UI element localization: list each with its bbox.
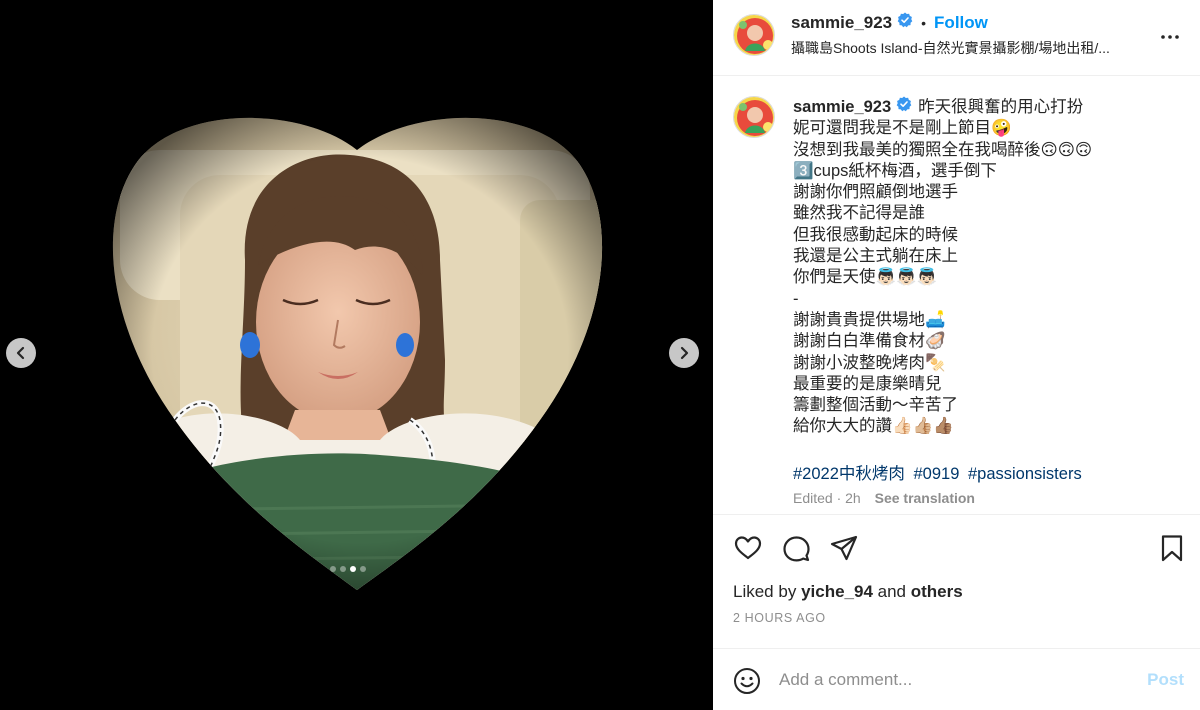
liked-by-others-link[interactable]: others: [911, 582, 963, 601]
post-caption: sammie_923 昨天很興奮的用心打扮 妮可還問我是不是剛上節目🤪 沒想到我…: [793, 96, 1188, 438]
caption-username-link[interactable]: sammie_923: [793, 97, 891, 118]
verified-badge-icon: [897, 12, 913, 33]
like-heart-icon[interactable]: [733, 533, 763, 563]
separator-dot: •: [921, 14, 927, 31]
caption-line: 妮可還問我是不是剛上節目🤪: [793, 119, 1012, 138]
caption-line: 雖然我不記得是誰: [793, 204, 925, 223]
post-media[interactable]: [0, 0, 713, 710]
follow-button[interactable]: Follow: [934, 13, 988, 33]
more-options-icon[interactable]: [1158, 25, 1182, 49]
caption-line: 3️⃣cups紙杯梅酒，選手倒下: [793, 161, 997, 180]
slide-indicator: [330, 566, 366, 572]
hashtag-link[interactable]: #passionsisters: [968, 465, 1082, 483]
share-send-icon[interactable]: [829, 533, 859, 563]
avatar[interactable]: [733, 14, 775, 56]
caption-line: 謝謝你們照顧倒地選手: [793, 183, 958, 202]
hashtag-link[interactable]: #2022中秋烤肉: [793, 465, 905, 483]
location-link[interactable]: 攝職島Shoots Island-自然光實景攝影棚/場地出租/...: [791, 38, 1151, 58]
caption-meta: Edited · 2h See translation: [793, 490, 975, 506]
avatar-image: [734, 15, 774, 55]
caption-line: 但我很感動起床的時候: [793, 225, 958, 244]
likes-summary[interactable]: Liked by yiche_94 and others: [733, 582, 963, 602]
action-bar: [713, 514, 1200, 574]
caption-line: 最重要的是康樂晴兒: [793, 374, 942, 393]
see-translation-button[interactable]: See translation: [875, 490, 975, 506]
avatar-image: [734, 97, 774, 137]
caption-line: -: [793, 289, 799, 308]
hashtag-list: #2022中秋烤肉 #0919 #passionsisters: [793, 460, 1086, 484]
emoji-icon[interactable]: [733, 667, 761, 695]
comment-input[interactable]: [779, 665, 1119, 695]
caption-line: 謝謝白白準備食材🦪: [793, 332, 946, 351]
liked-by-and: and: [877, 582, 907, 601]
liked-by-prefix: Liked by: [733, 582, 797, 601]
post-sidebar: sammie_923 • Follow 攝職島Shoots Island-自然光…: [713, 0, 1200, 710]
verified-badge-icon: [896, 96, 912, 118]
caption-line: 沒想到我最美的獨照全在我喝醉後🙃🙃🙃: [793, 140, 1093, 159]
liked-by-user-link[interactable]: yiche_94: [801, 582, 873, 601]
post-header: sammie_923 • Follow 攝職島Shoots Island-自然光…: [713, 0, 1200, 76]
comment-bar: Post: [713, 648, 1200, 710]
post-comment-button[interactable]: Post: [1147, 670, 1184, 690]
caption-line: 謝謝貴貴提供場地🛋️: [793, 310, 946, 329]
slide-dot: [340, 566, 346, 572]
chevron-left-icon: [16, 346, 25, 360]
caption-line: 昨天很興奮的用心打扮: [918, 97, 1084, 116]
next-slide-button[interactable]: [669, 338, 699, 368]
header-username-link[interactable]: sammie_923: [791, 13, 892, 33]
edited-label: Edited · 2h: [793, 490, 861, 506]
caption-line: 給你大大的讚👍🏻👍🏼👍🏽: [793, 417, 954, 436]
caption-line: 我還是公主式躺在床上: [793, 247, 958, 266]
slide-dot-active: [350, 566, 356, 572]
chevron-right-icon: [680, 346, 689, 360]
post-photo: [0, 0, 713, 710]
comment-icon[interactable]: [781, 533, 811, 563]
slide-dot: [360, 566, 366, 572]
post-timestamp[interactable]: 2 HOURS AGO: [733, 611, 826, 625]
hashtag-link[interactable]: #0919: [913, 465, 959, 483]
save-bookmark-icon[interactable]: [1157, 533, 1187, 563]
slide-dot: [330, 566, 336, 572]
previous-slide-button[interactable]: [6, 338, 36, 368]
caption-line: 謝謝小波整晚烤肉🍢: [793, 353, 946, 372]
caption-line: 籌劃整個活動～辛苦了: [793, 396, 958, 415]
caption-avatar[interactable]: [733, 96, 775, 138]
caption-line: 你們是天使👼🏻👼🏻👼🏻: [793, 268, 938, 287]
